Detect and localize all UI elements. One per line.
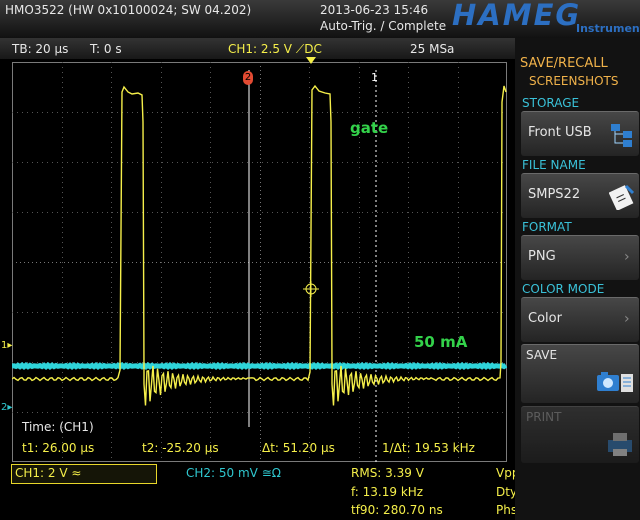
- logo-sub: Instruments: [576, 22, 640, 35]
- hameg-logo: HAMEG Instruments: [452, 0, 640, 37]
- ch2-setting[interactable]: CH2: 50 mV ≅Ω: [186, 466, 281, 480]
- device-info: HMO3522 (HW 0x10100024; SW 04.202): [5, 3, 252, 17]
- menu-title-line1: SAVE/RECALL: [520, 56, 608, 71]
- datetime: 2013-06-23 15:46: [320, 3, 429, 17]
- waveform-display[interactable]: [12, 62, 507, 462]
- ch1-ground-marker[interactable]: 1▸: [1, 340, 12, 351]
- format-value: PNG: [528, 249, 556, 264]
- save-button[interactable]: SAVE: [521, 344, 639, 403]
- logo-text: HAMEG: [452, 0, 582, 32]
- sample-rate: 25 MSa: [410, 42, 455, 56]
- trigger-point-marker: [303, 281, 319, 297]
- cursor-inverse-delta-t: 1/Δt: 19.53 kHz: [382, 441, 475, 455]
- storage-button[interactable]: Front USB: [521, 111, 639, 156]
- cursor-delta-t: Δt: 51.20 µs: [262, 441, 335, 455]
- filename-edit-icon: [609, 184, 635, 210]
- colormode-value: Color: [528, 311, 562, 326]
- colormode-section-label: COLOR MODE: [522, 282, 605, 296]
- colormode-button[interactable]: Color ›: [521, 297, 639, 342]
- filename-button[interactable]: SMPS22: [521, 173, 639, 218]
- measure-frequency: f: 13.19 kHz: [351, 485, 424, 499]
- usb-storage-icon: [611, 124, 632, 147]
- ch1-trace: [12, 84, 507, 406]
- print-button[interactable]: PRINT: [521, 406, 639, 463]
- chevron-right-icon: ›: [624, 249, 630, 265]
- timebase[interactable]: TB: 20 µs: [12, 42, 68, 56]
- cursor-marker-2[interactable]: 2: [243, 71, 253, 85]
- save-label: SAVE: [526, 348, 558, 362]
- measure-fall-time: tf90: 280.70 ns: [351, 503, 443, 517]
- camera-save-icon: [597, 372, 633, 392]
- ch1-setting[interactable]: CH1: 2 V ≈: [15, 466, 81, 480]
- storage-section-label: STORAGE: [522, 96, 580, 110]
- format-section-label: FORMAT: [522, 220, 572, 234]
- filename-value: SMPS22: [528, 187, 581, 202]
- graticule: [12, 62, 507, 462]
- ch2-ground-marker[interactable]: 2▸: [1, 402, 12, 413]
- format-button[interactable]: PNG ›: [521, 235, 639, 280]
- ch2-trace: [12, 361, 507, 371]
- gate-label: gate: [350, 119, 389, 137]
- printer-icon: [608, 433, 632, 456]
- current-label: 50 mA: [414, 333, 468, 351]
- menu-title-line2: SCREENSHOTS: [529, 74, 619, 88]
- cursor-readout-title: Time: (CH1): [22, 420, 94, 434]
- cursor-t1: t1: 26.00 µs: [22, 441, 95, 455]
- print-label: PRINT: [526, 410, 562, 424]
- storage-value: Front USB: [528, 125, 592, 140]
- measure-rms: RMS: 3.39 V: [351, 466, 424, 480]
- ch1-trigger-setting[interactable]: CH1: 2.5 V ⟋DC: [228, 42, 322, 57]
- trigger-status: Auto-Trig. / Complete: [320, 19, 447, 33]
- filename-section-label: FILE NAME: [522, 158, 586, 172]
- trigger-time[interactable]: T: 0 s: [90, 42, 122, 56]
- trigger-position-marker[interactable]: [306, 57, 316, 64]
- cursor-t2: t2: -25.20 µs: [142, 441, 219, 455]
- chevron-right-icon: ›: [624, 311, 630, 327]
- cursor-marker-1[interactable]: 1: [371, 71, 378, 84]
